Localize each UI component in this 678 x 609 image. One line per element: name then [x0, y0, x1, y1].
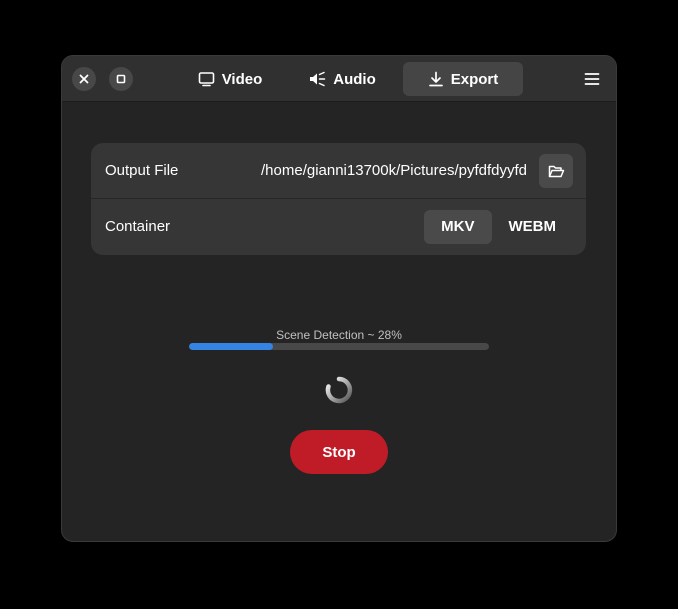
- container-option-mkv[interactable]: MKV: [424, 210, 492, 244]
- container-option-webm[interactable]: WEBM: [492, 210, 574, 244]
- tab-video-label: Video: [221, 70, 263, 88]
- headerbar: Video Audio Export: [62, 56, 616, 102]
- app-window: Video Audio Export Output File /home/gia…: [61, 55, 617, 542]
- container-toggle-group: MKV WEBM: [424, 210, 573, 244]
- loading-spinner-icon: [325, 376, 353, 404]
- stop-button[interactable]: Stop: [290, 430, 388, 474]
- main-menu-button[interactable]: [580, 67, 604, 91]
- output-file-row: Output File /home/gianni13700k/Pictures/…: [91, 143, 586, 199]
- tab-audio[interactable]: Audio: [282, 62, 402, 96]
- output-file-label: Output File: [105, 162, 179, 179]
- tab-export-label: Export: [450, 70, 499, 88]
- progress-bar: [189, 343, 489, 350]
- progress-label: Scene Detection ~ 28%: [276, 328, 402, 342]
- hamburger-menu-icon: [584, 73, 600, 85]
- output-file-path: /home/gianni13700k/Pictures/pyfdfdyyfd: [261, 162, 527, 179]
- progress-bar-fill: [189, 343, 273, 350]
- close-window-button[interactable]: [72, 67, 96, 91]
- export-settings-list: Output File /home/gianni13700k/Pictures/…: [91, 143, 586, 255]
- maximize-icon: [116, 74, 126, 84]
- choose-output-file-button[interactable]: [539, 154, 573, 188]
- tab-video[interactable]: Video: [170, 62, 290, 96]
- container-label: Container: [105, 218, 171, 235]
- tab-audio-label: Audio: [333, 70, 376, 88]
- maximize-window-button[interactable]: [109, 67, 133, 91]
- download-icon: [428, 71, 444, 87]
- tab-export[interactable]: Export: [403, 62, 523, 96]
- container-row: Container MKV WEBM: [91, 199, 586, 255]
- monitor-icon: [198, 71, 215, 87]
- close-icon: [79, 74, 89, 84]
- speaker-icon: [308, 71, 326, 87]
- folder-open-icon: [548, 165, 564, 177]
